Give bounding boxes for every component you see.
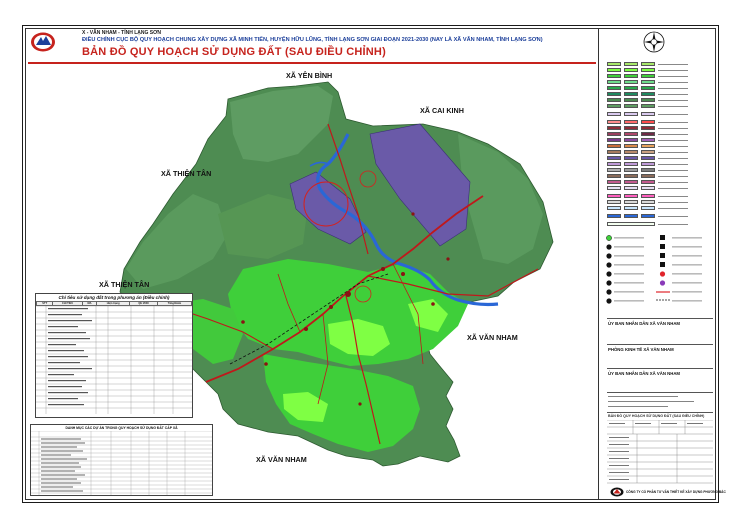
map-title: BẢN ĐỒ QUY HOẠCH SỬ DỤNG ĐẤT (SAU ĐIỀU C… bbox=[82, 46, 386, 58]
label-yen-binh: XÃ YÊN BÌNH bbox=[286, 71, 332, 80]
land-use-stats-table: Chỉ tiêu sử dụng đất trong phương án (Đi… bbox=[35, 293, 193, 418]
approval-authority: ỦY BAN NHÂN DÂN XÃ VĂN NHAM bbox=[608, 321, 681, 326]
project-table-grid bbox=[31, 430, 212, 495]
label-van-nham-right: XÃ VĂN NHAM bbox=[467, 333, 518, 342]
stats-col-hien-trang: Hiện trạng bbox=[96, 301, 131, 306]
compass-icon bbox=[643, 31, 665, 53]
consultant-logo-icon bbox=[610, 487, 624, 497]
titleblock-divider-1 bbox=[607, 318, 713, 319]
signature-table bbox=[607, 420, 713, 484]
stats-col-stt: STT bbox=[35, 301, 54, 306]
drawing-name: BẢN ĐỒ QUY HOẠCH SỬ DỤNG ĐẤT (SAU ĐIỀU C… bbox=[608, 414, 705, 418]
label-van-nham-bottom: XÃ VĂN NHAM bbox=[256, 455, 307, 464]
label-thien-tan-mid: XÃ THIỆN TÂN bbox=[99, 280, 149, 289]
planning-map-sheet: X - VĂN NHAM - TỈNH LẠNG SƠN ĐIỀU CHỈNH … bbox=[0, 0, 739, 522]
consultant-company: CÔNG TY CỔ PHẦN TƯ VẤN THIẾT KẾ XÂY DỰNG… bbox=[626, 490, 726, 494]
review-agency: PHÒNG KINH TẾ XÃ VĂN NHAM bbox=[608, 347, 674, 352]
consultant-lines bbox=[608, 396, 694, 407]
project-owner: ỦY BAN NHÂN DÂN XÃ VĂN NHAM bbox=[608, 371, 681, 376]
label-cai-kinh: XÃ CAI KINH bbox=[420, 106, 464, 115]
titleblock-divider-2 bbox=[607, 344, 713, 345]
titleblock-divider-3 bbox=[607, 368, 713, 369]
label-thien-tan-top: XÃ THIỆN TÂN bbox=[161, 169, 211, 178]
stats-col-ma: MÃ bbox=[81, 301, 98, 306]
company-logo-icon bbox=[31, 32, 55, 52]
stats-header-row: STT CHỈ TIÊU MÃ Hiện trạng QH 2030 Tăng/… bbox=[35, 301, 193, 306]
header-authority: X - VĂN NHAM - TỈNH LẠNG SƠN bbox=[82, 30, 161, 36]
stats-col-tang-giam: Tăng/Giảm bbox=[156, 301, 193, 306]
stats-col-chi-tieu: CHỈ TIÊU bbox=[52, 301, 83, 306]
project-list-table: DANH MỤC CÁC DỰ ÁN TRONG QUY HOẠCH SỬ DỤ… bbox=[30, 424, 213, 496]
symbol-legend bbox=[606, 235, 702, 304]
stats-col-qh: QH 2030 bbox=[129, 301, 158, 306]
stats-table-grid bbox=[36, 305, 192, 414]
header-subtitle: ĐIỀU CHỈNH CỤC BỘ QUY HOẠCH CHUNG XÂY DỰ… bbox=[82, 37, 543, 43]
titleblock-divider-5 bbox=[607, 412, 713, 413]
stats-table-title: Chỉ tiêu sử dụng đất trong phương án (Đi… bbox=[58, 295, 170, 300]
titleblock-divider-4 bbox=[607, 392, 713, 393]
